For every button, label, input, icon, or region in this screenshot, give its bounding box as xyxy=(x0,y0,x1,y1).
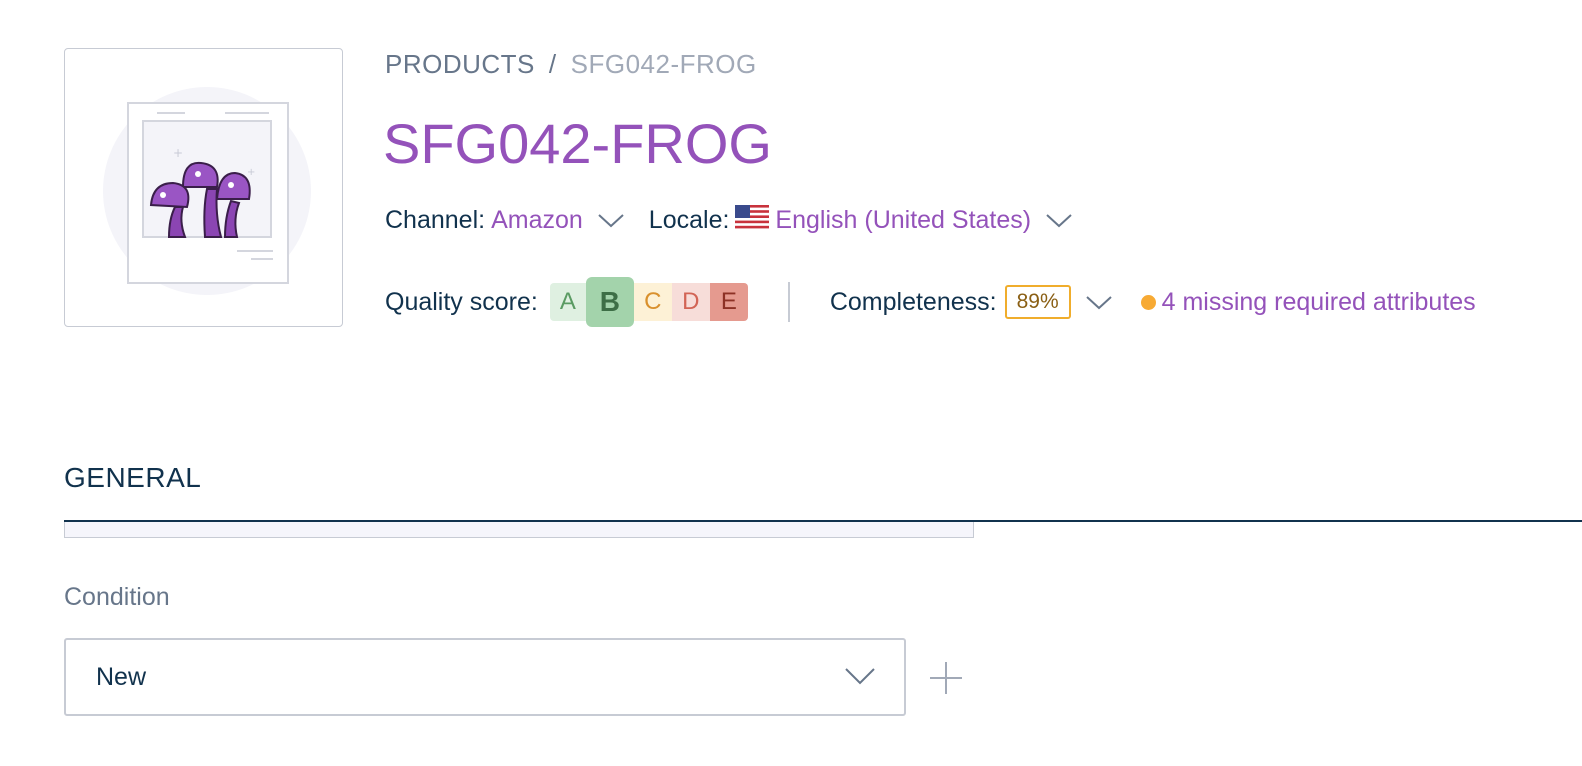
quality-grade-b-current: B xyxy=(585,277,634,327)
chevron-down-icon[interactable] xyxy=(1045,206,1073,235)
missing-attributes-link[interactable]: 4 missing required attributes xyxy=(1162,288,1476,317)
section-title: GENERAL xyxy=(64,462,202,493)
quality-score-scale: A B C D E xyxy=(549,277,748,327)
quality-score-label: Quality score: xyxy=(385,287,538,316)
breadcrumb: PRODUCTS / SFG042-FROG xyxy=(385,48,757,80)
svg-text:+: + xyxy=(247,167,255,178)
previous-field-input[interactable] xyxy=(64,522,974,538)
quality-completeness-row: Quality score: A B C D E Completeness: 8… xyxy=(385,277,1476,327)
completeness-label: Completeness: xyxy=(829,287,997,316)
quality-grade-c: C xyxy=(633,283,672,321)
condition-label: Condition xyxy=(64,583,170,611)
add-option-plus-icon[interactable] xyxy=(928,660,964,701)
warning-dot-icon xyxy=(1140,294,1156,310)
us-flag-icon xyxy=(735,204,770,236)
condition-select[interactable]: New xyxy=(64,638,906,716)
condition-select-value: New xyxy=(96,662,147,691)
quality-grade-a: A xyxy=(549,283,586,321)
context-switchers: Channel: Amazon Locale: English (United … xyxy=(385,200,1073,240)
channel-switcher[interactable]: Amazon xyxy=(491,206,583,235)
product-edit-page: + + PRODUCTS / SFG042-FROG SFG042-FROG Cha… xyxy=(0,0,1582,766)
divider xyxy=(787,282,790,322)
placeholder-illustration: + + xyxy=(103,87,311,295)
chevron-down-icon xyxy=(844,666,876,691)
completeness-badge[interactable]: 89% xyxy=(1004,285,1071,319)
locale-switcher[interactable]: English (United States) xyxy=(775,206,1031,235)
locale-label: Locale: xyxy=(648,205,730,234)
breadcrumb-current: SFG042-FROG xyxy=(570,49,757,79)
breadcrumb-separator: / xyxy=(548,49,557,79)
page-title: SFG042-FROG xyxy=(383,112,772,175)
breadcrumb-products-link[interactable]: PRODUCTS xyxy=(385,49,535,79)
quality-grade-e: E xyxy=(709,283,748,321)
channel-label: Channel: xyxy=(385,205,486,234)
svg-text:+: + xyxy=(173,146,183,160)
product-thumbnail[interactable]: + + xyxy=(64,48,343,327)
chevron-down-icon[interactable] xyxy=(597,206,625,235)
chevron-down-icon[interactable] xyxy=(1085,288,1113,317)
quality-grade-d: D xyxy=(671,283,710,321)
